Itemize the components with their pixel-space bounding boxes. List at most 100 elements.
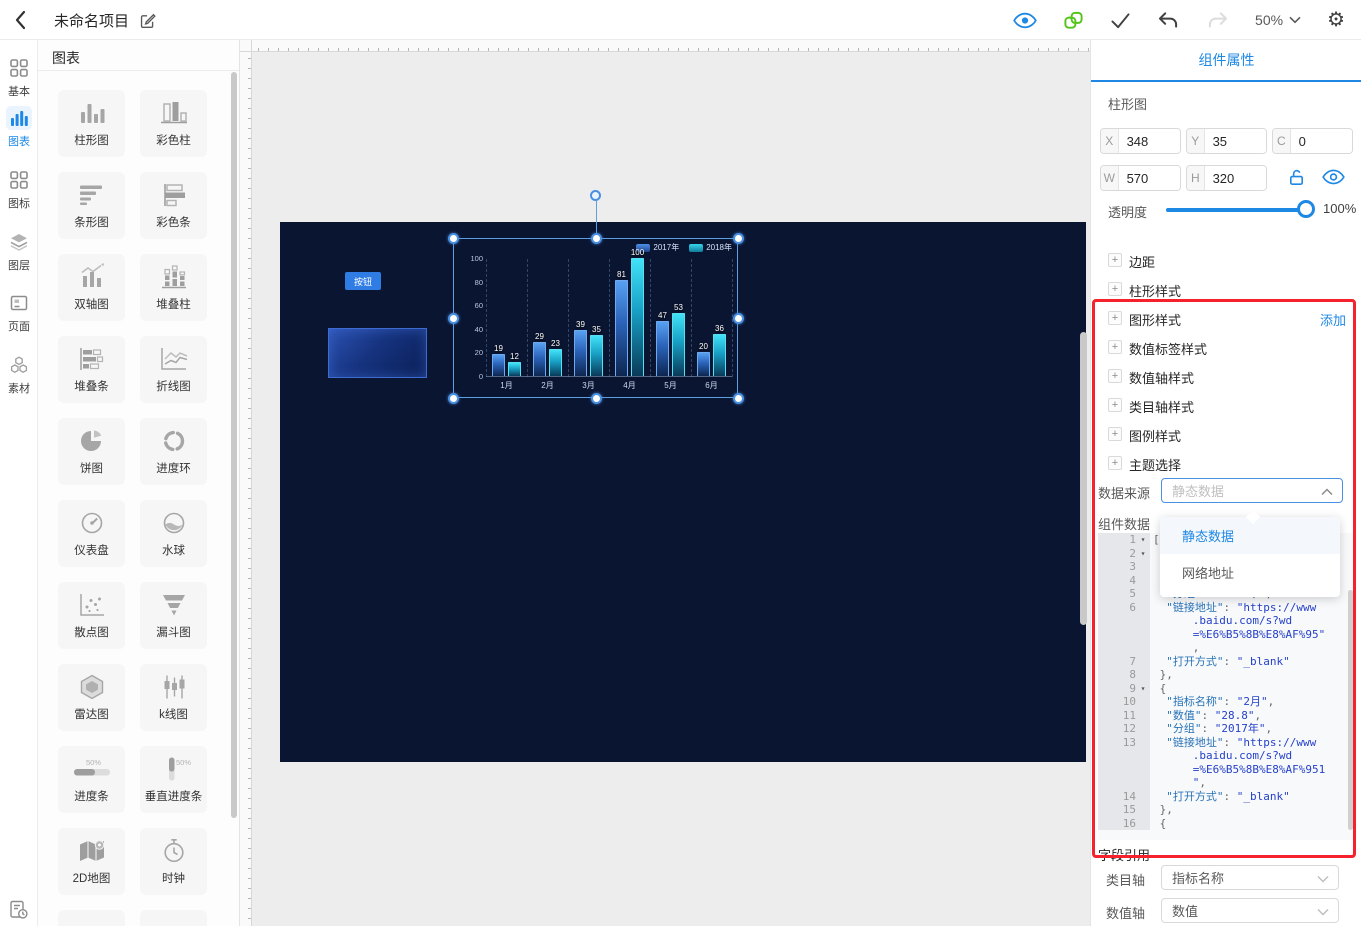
tile-column-chart[interactable]: 柱形图 bbox=[58, 90, 125, 157]
sidebar-item-assets[interactable]: 素材 bbox=[0, 353, 38, 396]
canvas-scrollbar[interactable] bbox=[1080, 332, 1087, 625]
resize-handle[interactable] bbox=[733, 233, 744, 244]
expand-plus-icon[interactable]: + bbox=[1108, 398, 1122, 412]
resize-handle[interactable] bbox=[733, 313, 744, 324]
tile-map-2d[interactable]: 2D地图 bbox=[58, 828, 125, 895]
bar-chart-widget[interactable]: 2017年 2018年 0 20 40 60 80 100 19 12 29 23 39 35 81 10… bbox=[448, 190, 744, 404]
sidebar-item-basic[interactable]: 基本 bbox=[0, 56, 38, 99]
chevron-down-icon bbox=[1289, 16, 1301, 24]
tile-gauge[interactable]: 仪表盘 bbox=[58, 500, 125, 567]
tile-scatter-chart[interactable]: 散点图 bbox=[58, 582, 125, 649]
tile-line-chart[interactable]: 折线图 bbox=[140, 336, 207, 403]
bar bbox=[697, 352, 710, 376]
dropdown-option[interactable]: 静态数据 bbox=[1160, 517, 1340, 554]
design-canvas[interactable]: 按钮 2017年 2018年 0 20 40 60 80 100 19 12 29 23 39 35 8… bbox=[280, 190, 1086, 762]
expand-plus-icon[interactable]: + bbox=[1108, 456, 1122, 470]
expand-plus-icon[interactable]: + bbox=[1108, 369, 1122, 383]
sidebar-item-label: 图标 bbox=[8, 198, 30, 210]
add-link[interactable]: 添加 bbox=[1320, 310, 1346, 329]
settings-gear-icon[interactable]: ⚙ bbox=[1327, 10, 1345, 30]
tile-pie-chart[interactable]: 饼图 bbox=[58, 418, 125, 485]
editor-scrollbar[interactable] bbox=[1348, 590, 1353, 830]
tile-label: 条形图 bbox=[74, 217, 109, 229]
component-name: 柱形图 bbox=[1108, 97, 1148, 112]
value-axis-select[interactable]: 数值 bbox=[1161, 898, 1339, 923]
tile-stacked-bar[interactable]: 堆叠条 bbox=[58, 336, 125, 403]
width-input[interactable] bbox=[1118, 166, 1180, 190]
resize-handle[interactable] bbox=[591, 393, 602, 404]
tile-label: 垂直进度条 bbox=[144, 791, 203, 803]
tile-partial[interactable] bbox=[140, 910, 207, 926]
zoom-level-dropdown[interactable]: 50% bbox=[1255, 12, 1301, 28]
unlock-icon[interactable] bbox=[1287, 168, 1306, 187]
tile-colored-column[interactable]: 彩色柱 bbox=[140, 90, 207, 157]
height-label: H bbox=[1187, 166, 1205, 190]
tile-label: k线图 bbox=[159, 709, 188, 721]
opacity-slider-knob[interactable] bbox=[1297, 200, 1315, 218]
code-line: 10 "指标名称": "2月", bbox=[1098, 695, 1354, 709]
radar-chart-icon bbox=[58, 673, 125, 701]
code-line: 6 "链接地址": "https://www .baidu.com/s?wd =… bbox=[1098, 600, 1354, 655]
undo-icon[interactable] bbox=[1157, 11, 1180, 30]
divider bbox=[38, 70, 239, 71]
visibility-eye-icon[interactable] bbox=[1322, 169, 1345, 185]
save-check-icon[interactable] bbox=[1110, 11, 1131, 30]
tile-funnel-chart[interactable]: 漏斗图 bbox=[140, 582, 207, 649]
sidebar-item-icons[interactable]: 图标 bbox=[0, 168, 38, 211]
sidebar-item-pages[interactable]: 页面 bbox=[0, 291, 38, 334]
edit-title-icon[interactable] bbox=[139, 12, 156, 29]
tile-label: 双轴图 bbox=[74, 299, 109, 311]
tile-stacked-column[interactable]: 堆叠柱 bbox=[140, 254, 207, 321]
tile-bar-chart[interactable]: 条形图 bbox=[58, 172, 125, 239]
tab-component-properties[interactable]: 组件属性 bbox=[1091, 40, 1361, 82]
tile-label: 进度条 bbox=[74, 791, 109, 803]
section-6: + 类目轴样式 bbox=[1091, 392, 1361, 421]
resize-handle[interactable] bbox=[591, 233, 602, 244]
tile-liquid-ball[interactable]: 水球 bbox=[140, 500, 207, 567]
canvas-rectangle-widget[interactable] bbox=[328, 328, 427, 378]
section-8: + 主题选择 bbox=[1091, 450, 1361, 479]
height-input[interactable] bbox=[1204, 166, 1266, 190]
tile-progress-bar[interactable]: 50% 进度条 bbox=[58, 746, 125, 813]
section-label: 边距 bbox=[1129, 255, 1156, 270]
canvas-button-widget[interactable]: 按钮 bbox=[345, 272, 381, 290]
resize-handle[interactable] bbox=[448, 313, 459, 324]
tile-radar-chart[interactable]: 雷达图 bbox=[58, 664, 125, 731]
rotate-handle[interactable] bbox=[590, 190, 601, 201]
top-bar: 未命名项目 50% ⚙ bbox=[0, 0, 1361, 40]
sidebar-item-history[interactable] bbox=[0, 898, 38, 922]
project-title: 未命名项目 bbox=[54, 12, 130, 30]
sidebar-item-layers[interactable]: 图层 bbox=[0, 230, 38, 273]
tile-dual-axis[interactable]: 双轴图 bbox=[58, 254, 125, 321]
code-line: 15 }, bbox=[1098, 803, 1354, 817]
x-input[interactable] bbox=[1118, 129, 1180, 153]
data-source-select[interactable]: 静态数据 bbox=[1161, 478, 1343, 503]
rotation-input[interactable] bbox=[1290, 129, 1352, 153]
tile-progress-ring[interactable]: 进度环 bbox=[140, 418, 207, 485]
resize-handle[interactable] bbox=[448, 233, 459, 244]
tile-clock[interactable]: 时钟 bbox=[140, 828, 207, 895]
expand-plus-icon[interactable]: + bbox=[1108, 340, 1122, 354]
redo-icon[interactable] bbox=[1206, 11, 1229, 30]
expand-plus-icon[interactable]: + bbox=[1108, 253, 1122, 267]
resize-handle[interactable] bbox=[448, 393, 459, 404]
tile-vertical-progress[interactable]: 50% 垂直进度条 bbox=[140, 746, 207, 813]
tile-partial[interactable] bbox=[58, 910, 125, 926]
tile-colored-bar[interactable]: 彩色条 bbox=[140, 172, 207, 239]
opacity-slider-track[interactable] bbox=[1166, 208, 1306, 212]
tile-label: 饼图 bbox=[80, 463, 103, 475]
share-link-icon[interactable] bbox=[1063, 10, 1084, 31]
expand-plus-icon[interactable]: + bbox=[1108, 311, 1122, 325]
expand-plus-icon[interactable]: + bbox=[1108, 282, 1122, 296]
sidebar-item-label: 素材 bbox=[8, 383, 30, 395]
dropdown-option[interactable]: 网络地址 bbox=[1160, 554, 1340, 591]
resize-handle[interactable] bbox=[733, 393, 744, 404]
sidebar-item-charts[interactable]: 图表 bbox=[0, 106, 38, 149]
category-axis-select[interactable]: 指标名称 bbox=[1161, 865, 1339, 890]
y-input[interactable] bbox=[1204, 129, 1266, 153]
panel-scrollbar[interactable] bbox=[231, 72, 237, 818]
expand-plus-icon[interactable]: + bbox=[1108, 427, 1122, 441]
back-icon[interactable] bbox=[0, 0, 40, 40]
preview-eye-icon[interactable] bbox=[1013, 12, 1037, 29]
tile-kline-chart[interactable]: k线图 bbox=[140, 664, 207, 731]
